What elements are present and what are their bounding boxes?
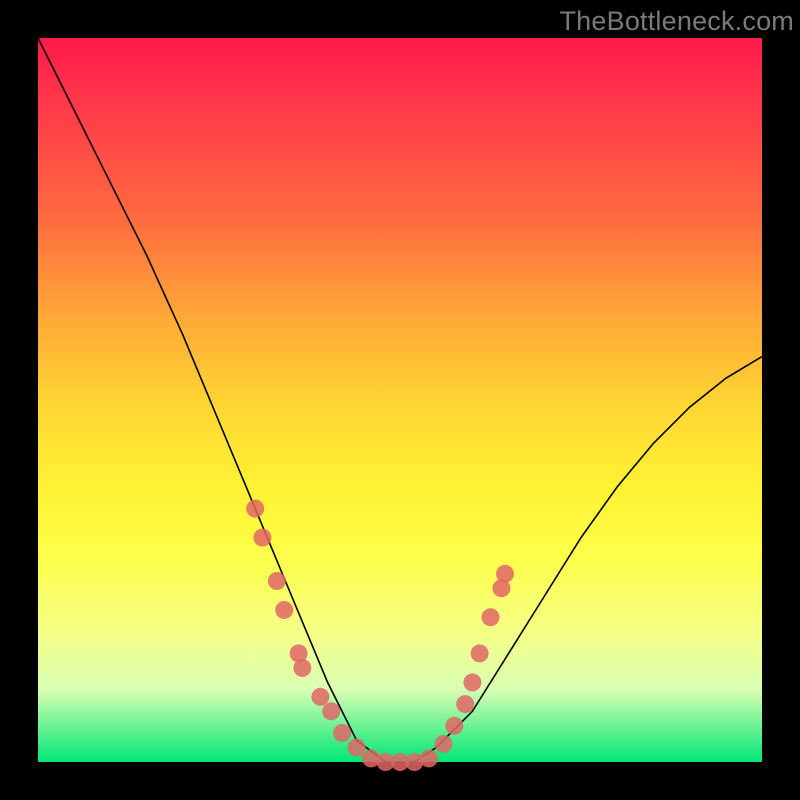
chart-overlay [0, 0, 800, 800]
data-point [246, 500, 264, 518]
bottleneck-curve [38, 38, 762, 762]
data-point [420, 749, 438, 767]
data-point [471, 644, 489, 662]
outer-frame: TheBottleneck.com [0, 0, 800, 800]
data-point [293, 659, 311, 677]
data-point [463, 673, 481, 691]
data-point [311, 688, 329, 706]
data-point [268, 572, 286, 590]
data-point [496, 565, 514, 583]
data-point [445, 717, 463, 735]
data-point [275, 601, 293, 619]
data-point [456, 695, 474, 713]
data-point [348, 739, 366, 757]
data-point [322, 702, 340, 720]
data-point [253, 529, 271, 547]
data-point [333, 724, 351, 742]
data-point [434, 735, 452, 753]
data-point [482, 608, 500, 626]
